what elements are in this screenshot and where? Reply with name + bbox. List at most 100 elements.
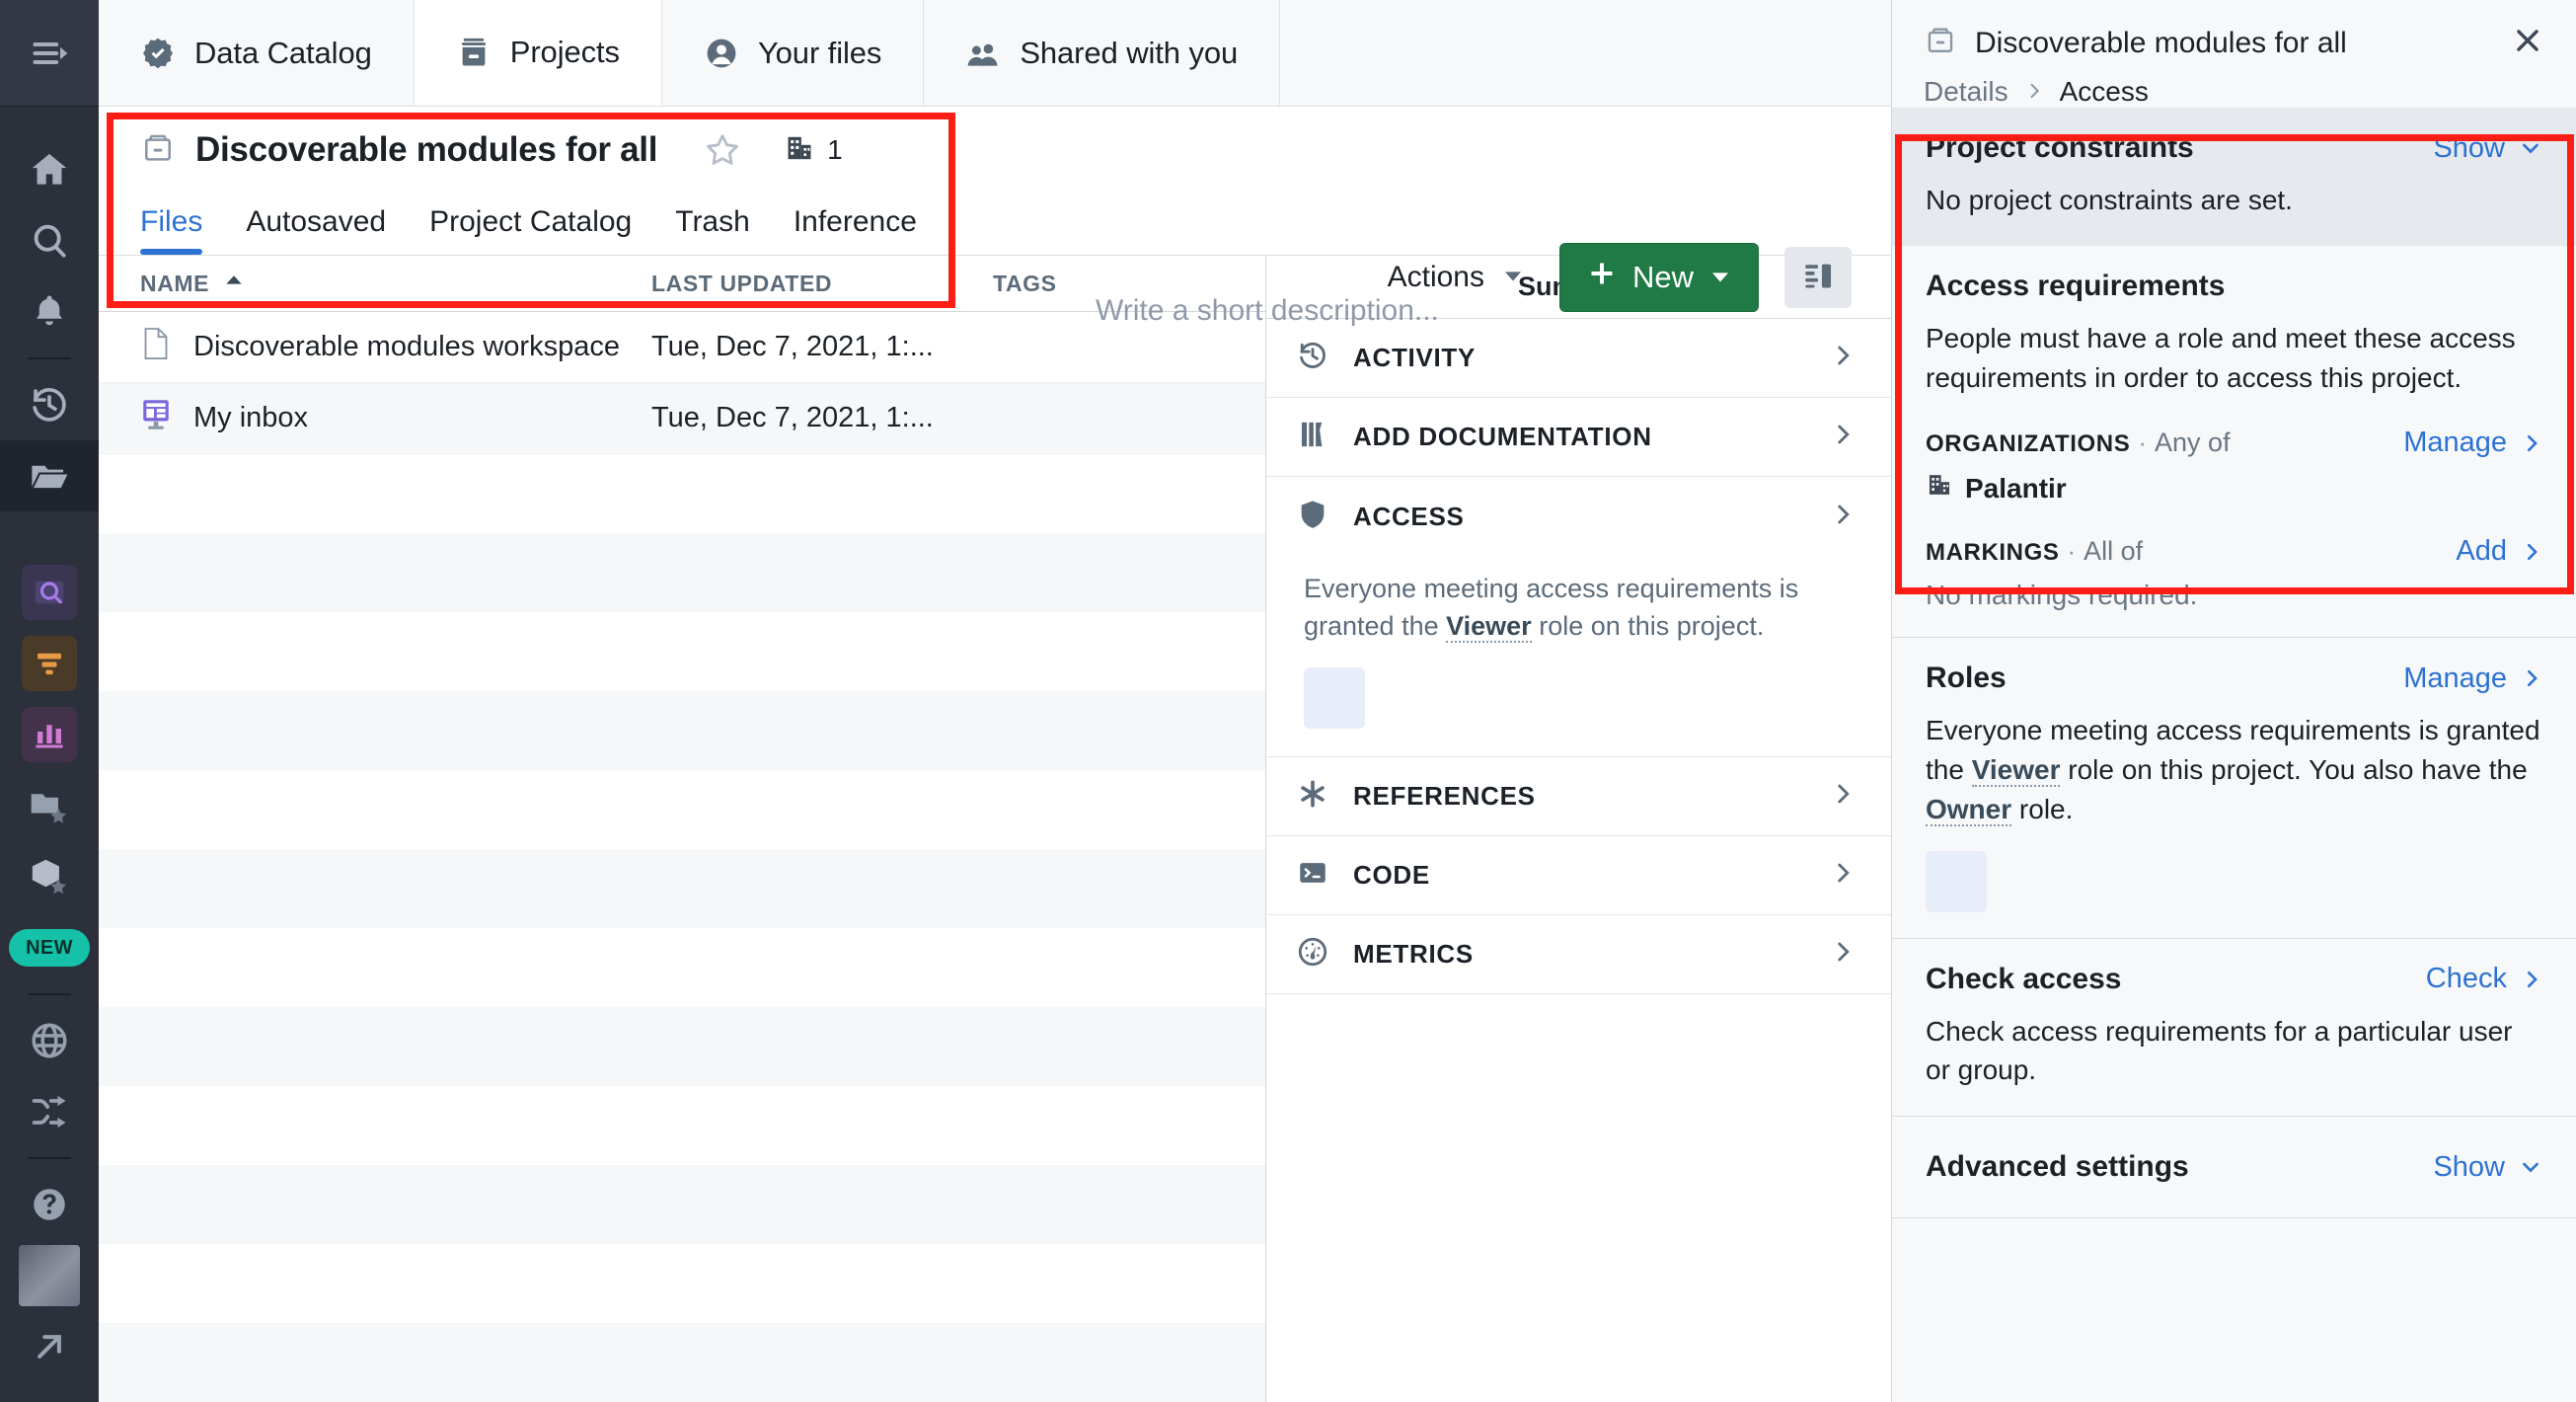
access-requirements-body: People must have a role and meet these a…: [1926, 322, 2516, 393]
panel-layout-icon: [1801, 259, 1835, 297]
markings-key: MARKINGS: [1926, 539, 2060, 567]
section-title: Check access: [1926, 962, 2122, 995]
summary-section-activity[interactable]: ACTIVITY: [1266, 319, 1891, 398]
summary-section-code[interactable]: CODE: [1266, 836, 1891, 915]
history-icon: [1296, 339, 1329, 377]
role-avatar-chip[interactable]: [1304, 666, 1365, 729]
breadcrumb-parent[interactable]: Details: [1924, 76, 2008, 108]
access-role-link[interactable]: Viewer: [1446, 611, 1532, 644]
cube-star-icon: [28, 855, 71, 898]
organizations-value-row: Palantir: [1926, 471, 2542, 506]
project-tab-project-catalog[interactable]: Project Catalog: [429, 205, 632, 255]
organizations-manage-link[interactable]: Manage: [2403, 427, 2542, 459]
sidebar-item-quiver[interactable]: [0, 699, 99, 770]
side-panel-title-row: Discoverable modules for all: [1924, 24, 2544, 62]
role-avatar-chip[interactable]: [1926, 850, 1987, 912]
tab-label: Shared with you: [1020, 35, 1239, 70]
verified-badge-icon: [140, 36, 176, 71]
file-name: My inbox: [193, 402, 309, 434]
sidebar-item-object-explorer[interactable]: [0, 557, 99, 628]
summary-empty-area: [1266, 993, 1891, 1402]
project-tab-trash[interactable]: Trash: [675, 205, 750, 255]
empty-row: [99, 1007, 1265, 1086]
file-table-empty-area: [99, 454, 1265, 1402]
empty-row: [99, 1086, 1265, 1165]
favorite-star-button[interactable]: [703, 130, 742, 170]
check-access-body: Check access requirements for a particul…: [1926, 1015, 2513, 1086]
roles-owner-link[interactable]: Owner: [1926, 793, 2012, 826]
sidebar-item-recent[interactable]: [0, 369, 99, 440]
sidebar-item-map[interactable]: [0, 1005, 99, 1076]
sidebar-item-favorite-projects[interactable]: [0, 770, 99, 841]
project-tab-files[interactable]: Files: [140, 205, 203, 255]
summary-section-add-documentation[interactable]: ADD DOCUMENTATION: [1266, 398, 1891, 477]
tab-your-files[interactable]: Your files: [662, 0, 925, 106]
summary-section-metrics[interactable]: METRICS: [1266, 915, 1891, 994]
tab-shared-with-you[interactable]: Shared with you: [924, 0, 1281, 106]
sidebar-item-favorite-objects[interactable]: [0, 841, 99, 912]
chevron-right-icon: [1830, 860, 1856, 891]
file-table: NAME LAST UPDATED TAGS Discoverable modu…: [99, 256, 1265, 1402]
terminal-icon: [1296, 856, 1329, 895]
chevron-right-icon: [2527, 434, 2538, 451]
tab-data-catalog[interactable]: Data Catalog: [99, 0, 415, 106]
column-header-name[interactable]: NAME: [99, 270, 651, 297]
sidebar-item-pipeline-builder[interactable]: [0, 628, 99, 699]
organization-count: 1: [827, 134, 843, 165]
rail-divider-2: [28, 993, 71, 995]
sidebar-item-help[interactable]: [0, 1169, 99, 1240]
side-panel-title: Discoverable modules for all: [1975, 26, 2347, 59]
toggle-label: Show: [2433, 1150, 2505, 1183]
chevron-right-icon: [1830, 939, 1856, 970]
project-constraints-header: Project constraints Show: [1926, 131, 2542, 165]
sidebar-item-home[interactable]: [0, 134, 99, 205]
summary-label: ACTIVITY: [1353, 343, 1477, 372]
markings-add-link[interactable]: Add: [2456, 535, 2542, 568]
new-button[interactable]: New: [1558, 243, 1759, 312]
tab-projects[interactable]: Projects: [414, 0, 662, 106]
left-nav-rail: NEW: [0, 0, 99, 1402]
empty-row: [99, 1244, 1265, 1323]
check-access-header: Check access Check: [1926, 963, 2542, 996]
sidebar-item-shuffle[interactable]: [0, 1076, 99, 1147]
section-title: Roles: [1926, 662, 2007, 695]
organizations-row-header: ORGANIZATIONS · Any of Manage: [1926, 427, 2542, 459]
chevron-right-icon: [2024, 76, 2044, 108]
column-header-last-updated[interactable]: LAST UPDATED: [651, 271, 977, 297]
menu-expand-button[interactable]: [0, 0, 99, 107]
close-icon[interactable]: [2511, 24, 2544, 62]
project-tab-inference[interactable]: Inference: [794, 205, 917, 255]
summary-section-references[interactable]: REFERENCES: [1266, 757, 1891, 836]
inbox-app-icon: [140, 398, 172, 439]
empty-row: [99, 612, 1265, 691]
avatar[interactable]: [0, 1240, 99, 1311]
sidebar-item-projects[interactable]: [0, 440, 99, 511]
table-row[interactable]: My inbox Tue, Dec 7, 2021, 1:...: [99, 383, 1265, 454]
project-tab-autosaved[interactable]: Autosaved: [246, 205, 386, 255]
organization-count-chip[interactable]: 1: [784, 132, 843, 169]
project-constraints-show-toggle[interactable]: Show: [2433, 132, 2542, 165]
advanced-settings-show-toggle[interactable]: Show: [2433, 1151, 2542, 1184]
rail-divider: [28, 357, 71, 359]
column-header-tags[interactable]: TAGS: [977, 271, 1265, 297]
actions-dropdown-button[interactable]: Actions: [1378, 249, 1534, 306]
top-tab-bar: Data Catalog Projects Your files Shared …: [99, 0, 1891, 107]
markings-empty-text: No markings required.: [1926, 580, 2198, 611]
open-external-button[interactable]: [0, 1311, 99, 1382]
summary-section-access[interactable]: ACCESS: [1266, 477, 1891, 556]
actions-label: Actions: [1387, 261, 1484, 293]
document-icon: [140, 327, 172, 368]
roles-viewer-link[interactable]: Viewer: [1971, 754, 2061, 787]
toggle-label: Show: [2433, 131, 2505, 164]
summary-panel: Summary ACTIVITY ADD DOCUMENTATION: [1265, 256, 1891, 1402]
toggle-side-panel-button[interactable]: [1784, 247, 1852, 308]
sidebar-item-search[interactable]: [0, 205, 99, 276]
breadcrumb-current: Access: [2059, 76, 2149, 107]
app-search-icon: [22, 565, 77, 620]
roles-manage-link[interactable]: Manage: [2403, 662, 2542, 695]
menu-expand-icon: [28, 32, 71, 75]
table-row[interactable]: Discoverable modules workspace Tue, Dec …: [99, 312, 1265, 384]
sidebar-item-notifications[interactable]: [0, 276, 99, 348]
check-access-link[interactable]: Check: [2426, 963, 2542, 995]
new-features-badge[interactable]: NEW: [0, 912, 99, 983]
